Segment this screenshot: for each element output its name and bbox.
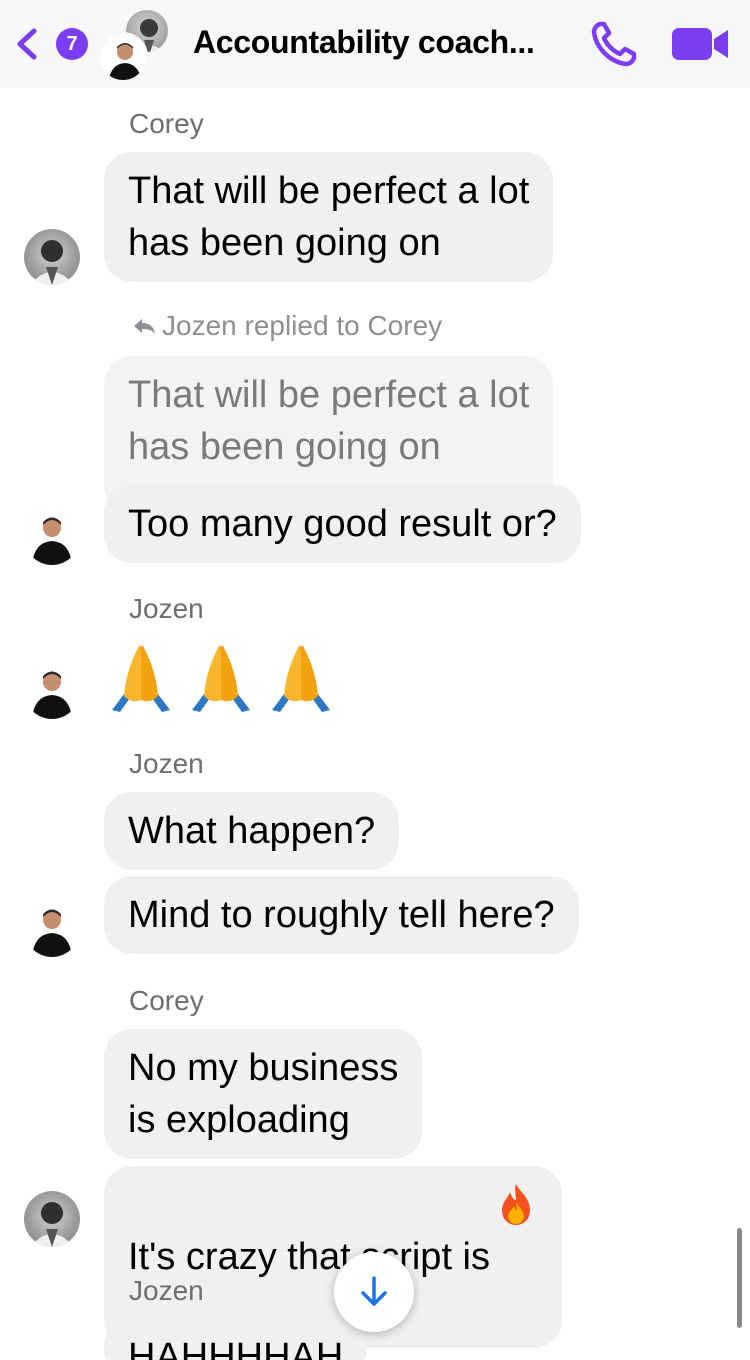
reply-arrow-icon xyxy=(134,319,155,334)
sender-name-jozen: Jozen xyxy=(129,1275,204,1306)
conversation-title[interactable]: Accountability coach... xyxy=(193,24,535,61)
message-bubble[interactable]: No my business is exploading xyxy=(104,1029,423,1159)
jozen-avatar[interactable] xyxy=(24,901,80,957)
reply-indicator: Jozen replied to Corey xyxy=(132,310,442,342)
emoji-message[interactable] xyxy=(104,640,338,714)
scroll-to-bottom-button[interactable] xyxy=(334,1252,414,1332)
chat-header: 7 Accountability coach... xyxy=(0,0,750,88)
sender-name-corey: Corey xyxy=(129,985,204,1016)
scrollbar[interactable] xyxy=(737,1228,742,1328)
group-avatar[interactable] xyxy=(98,6,174,82)
audio-call-button[interactable] xyxy=(588,18,640,70)
message-bubble[interactable]: What happen? xyxy=(104,792,400,870)
sender-name-corey: Corey xyxy=(129,108,204,139)
unread-badge: 7 xyxy=(56,28,88,60)
arrow-down-icon xyxy=(361,1276,387,1306)
sender-name-jozen: Jozen xyxy=(129,748,204,779)
chevron-left-icon xyxy=(17,28,37,60)
message-bubble[interactable]: That will be perfect a lot has been goin… xyxy=(104,152,554,282)
video-call-button[interactable] xyxy=(670,22,732,66)
message-bubble[interactable]: HAHHHHAH xyxy=(104,1318,368,1360)
corey-avatar[interactable] xyxy=(24,1191,80,1247)
folded-hands-icon xyxy=(192,645,250,712)
folded-hands-icon xyxy=(112,645,170,712)
video-camera-icon xyxy=(672,28,728,60)
corey-avatar[interactable] xyxy=(24,229,80,285)
message-text: It's crazy that script is xyxy=(128,1236,491,1278)
jozen-avatar[interactable] xyxy=(24,509,80,565)
jozen-avatar[interactable] xyxy=(24,663,80,719)
message-bubble[interactable]: Too many good result or? xyxy=(104,485,581,563)
phone-icon xyxy=(591,21,637,67)
fire-icon xyxy=(502,1184,531,1225)
sender-name-jozen: Jozen xyxy=(129,593,204,624)
back-button[interactable]: 7 xyxy=(14,22,88,66)
folded-hands-icon xyxy=(272,645,330,712)
message-bubble[interactable]: Mind to roughly tell here? xyxy=(104,876,579,954)
reply-label-text: Jozen replied to Corey xyxy=(162,310,443,341)
jozen-avatar-small xyxy=(98,32,148,82)
